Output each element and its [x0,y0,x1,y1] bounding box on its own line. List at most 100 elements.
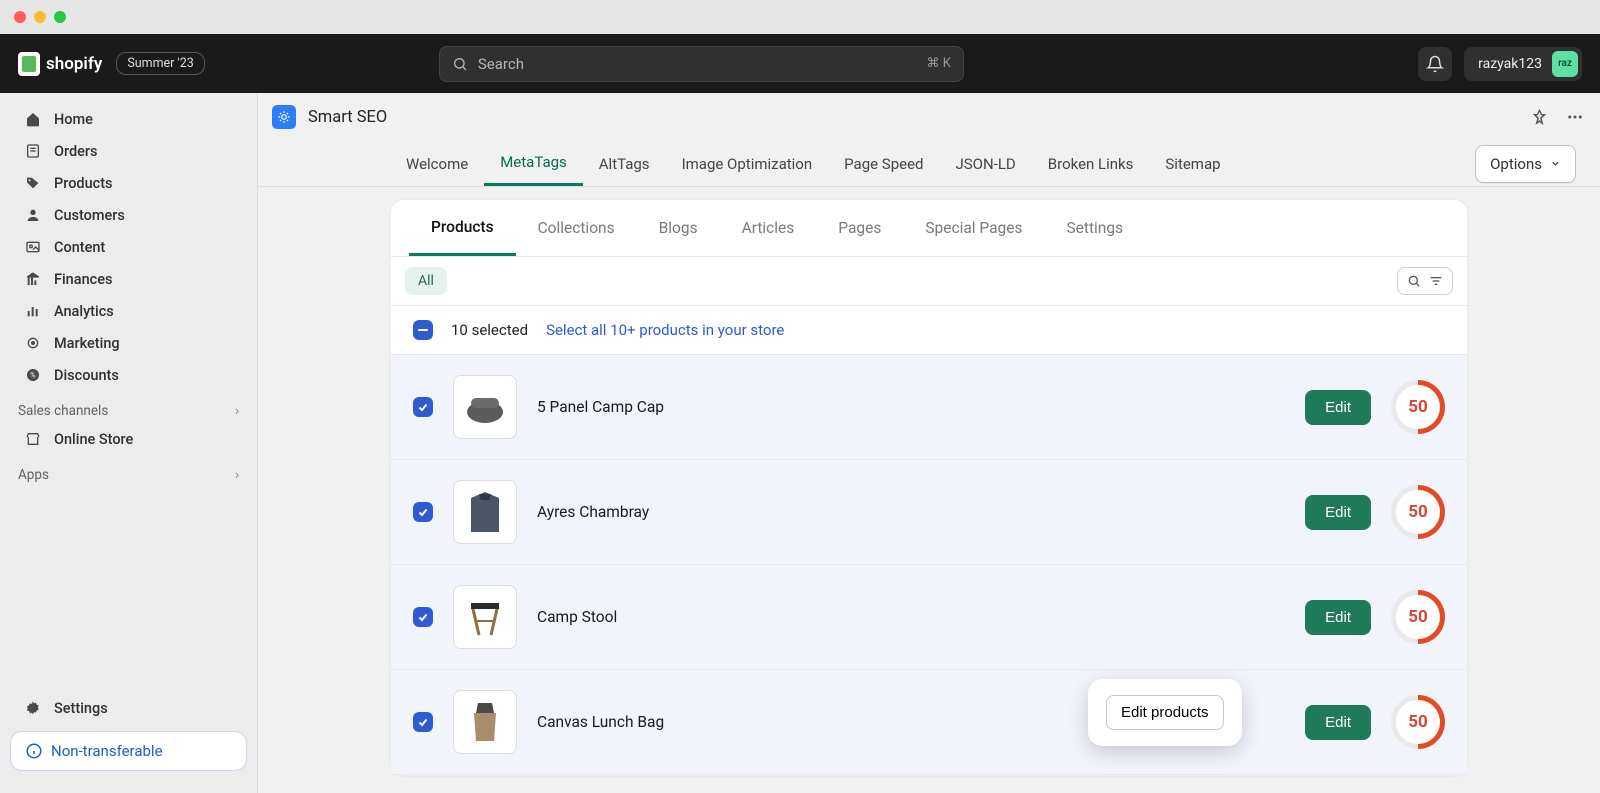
user-menu-button[interactable]: razyak123 raz [1464,47,1582,81]
close-dot[interactable] [14,11,26,23]
tab-json-ld[interactable]: JSON-LD [940,143,1032,185]
shopify-logo: shopify [18,52,102,76]
tab-image-optimization[interactable]: Image Optimization [666,143,829,185]
sidebar-item-analytics[interactable]: Analytics [6,296,251,326]
chevron-right-icon: › [235,403,239,419]
sidebar-item-finances[interactable]: Finances [6,264,251,294]
tab-metatags[interactable]: MetaTags [484,141,583,186]
more-button[interactable] [1564,106,1586,128]
sidebar-item-label: Settings [54,700,108,717]
sidebar-item-settings[interactable]: Settings [6,693,251,723]
sidebar-item-customers[interactable]: Customers [6,200,251,230]
username-label: razyak123 [1478,56,1542,72]
edit-products-button[interactable]: Edit products [1106,695,1224,730]
product-name[interactable]: Ayres Chambray [537,503,1285,521]
sidebar-section-apps[interactable]: Apps › [0,455,257,487]
sidebar-item-content[interactable]: Content [6,232,251,262]
tab-sitemap[interactable]: Sitemap [1149,143,1236,185]
sidebar-item-orders[interactable]: Orders [6,136,251,166]
section-label: Sales channels [18,403,108,419]
gear-icon [24,699,42,717]
tab-page-speed[interactable]: Page Speed [828,143,939,185]
sub-tab-settings[interactable]: Settings [1044,202,1145,254]
sub-tab-products[interactable]: Products [409,201,516,256]
sidebar-section-sales-channels[interactable]: Sales channels › [0,391,257,423]
edit-product-button[interactable]: Edit [1305,600,1371,635]
sidebar-item-label: Orders [54,143,98,160]
product-checkbox[interactable] [413,397,433,417]
nontransferable-label: Non-transferable [51,742,163,760]
svg-text:%: % [30,371,36,380]
seo-score: 50 [1391,695,1445,749]
sidebar-item-marketing[interactable]: Marketing [6,328,251,358]
section-label: Apps [18,467,49,483]
products-icon [24,174,42,192]
sidebar-item-home[interactable]: Home [6,104,251,134]
product-thumbnail [453,480,517,544]
analytics-icon [24,302,42,320]
sidebar-item-discounts[interactable]: % Discounts [6,360,251,390]
product-checkbox[interactable] [413,712,433,732]
select-all-checkbox[interactable] [413,320,433,340]
tab-broken-links[interactable]: Broken Links [1032,143,1150,185]
sidebar-item-label: Analytics [54,303,114,320]
window-chrome [0,0,1600,34]
product-thumbnail [453,375,517,439]
search-icon [1406,273,1422,289]
minimize-dot[interactable] [34,11,46,23]
sidebar-item-products[interactable]: Products [6,168,251,198]
products-panel: Products Collections Blogs Articles Page… [390,199,1468,776]
sub-tab-articles[interactable]: Articles [720,202,817,254]
maximize-dot[interactable] [54,11,66,23]
brand-label: shopify [46,54,102,74]
customers-icon [24,206,42,224]
product-name[interactable]: Camp Stool [537,608,1285,626]
sub-tab-special-pages[interactable]: Special Pages [903,202,1044,254]
app-title: Smart SEO [308,108,387,127]
product-checkbox[interactable] [413,502,433,522]
chevron-right-icon: › [235,467,239,483]
search-icon [452,56,468,72]
search-shortcut: ⌘ K [926,56,950,71]
edit-product-button[interactable]: Edit [1305,495,1371,530]
sidebar-item-label: Finances [54,271,112,288]
info-icon [25,742,43,760]
non-transferable-banner[interactable]: Non-transferable [10,731,247,771]
search-placeholder: Search [478,55,524,73]
notifications-button[interactable] [1418,47,1452,81]
discounts-icon: % [24,366,42,384]
product-checkbox[interactable] [413,607,433,627]
selection-row: 10 selected Select all 10+ products in y… [391,306,1467,355]
sidebar-item-label: Discounts [54,367,119,384]
filter-pill-all[interactable]: All [405,267,447,295]
edit-product-button[interactable]: Edit [1305,705,1371,740]
sub-tab-pages[interactable]: Pages [816,202,903,254]
search-filter-button[interactable] [1397,267,1453,295]
product-row: Ayres Chambray Edit 50 [391,460,1467,565]
sub-tab-blogs[interactable]: Blogs [637,202,720,254]
product-thumbnail [453,585,517,649]
edit-product-button[interactable]: Edit [1305,390,1371,425]
product-name[interactable]: 5 Panel Camp Cap [537,398,1285,416]
orders-icon [24,142,42,160]
home-icon [24,110,42,128]
search-input[interactable]: Search ⌘ K [439,46,964,82]
pin-button[interactable] [1528,106,1550,128]
seo-score: 50 [1391,380,1445,434]
content-area: Smart SEO Welcome MetaTags AltTags Image… [258,93,1600,793]
content-icon [24,238,42,256]
sidebar-item-online-store[interactable]: Online Store [6,424,251,454]
selection-count: 10 selected [451,321,528,339]
options-button[interactable]: Options [1475,145,1576,183]
shopify-logo-icon [18,52,40,76]
chevron-down-icon [1550,158,1561,169]
product-row: 5 Panel Camp Cap Edit 50 [391,355,1467,460]
summer-badge: Summer '23 [116,52,204,75]
tab-welcome[interactable]: Welcome [390,143,484,185]
select-all-link[interactable]: Select all 10+ products in your store [546,321,784,339]
tab-alttags[interactable]: AltTags [583,143,666,185]
store-icon [24,430,42,448]
seo-score: 50 [1391,590,1445,644]
product-thumbnail [453,690,517,754]
sub-tab-collections[interactable]: Collections [516,202,637,254]
